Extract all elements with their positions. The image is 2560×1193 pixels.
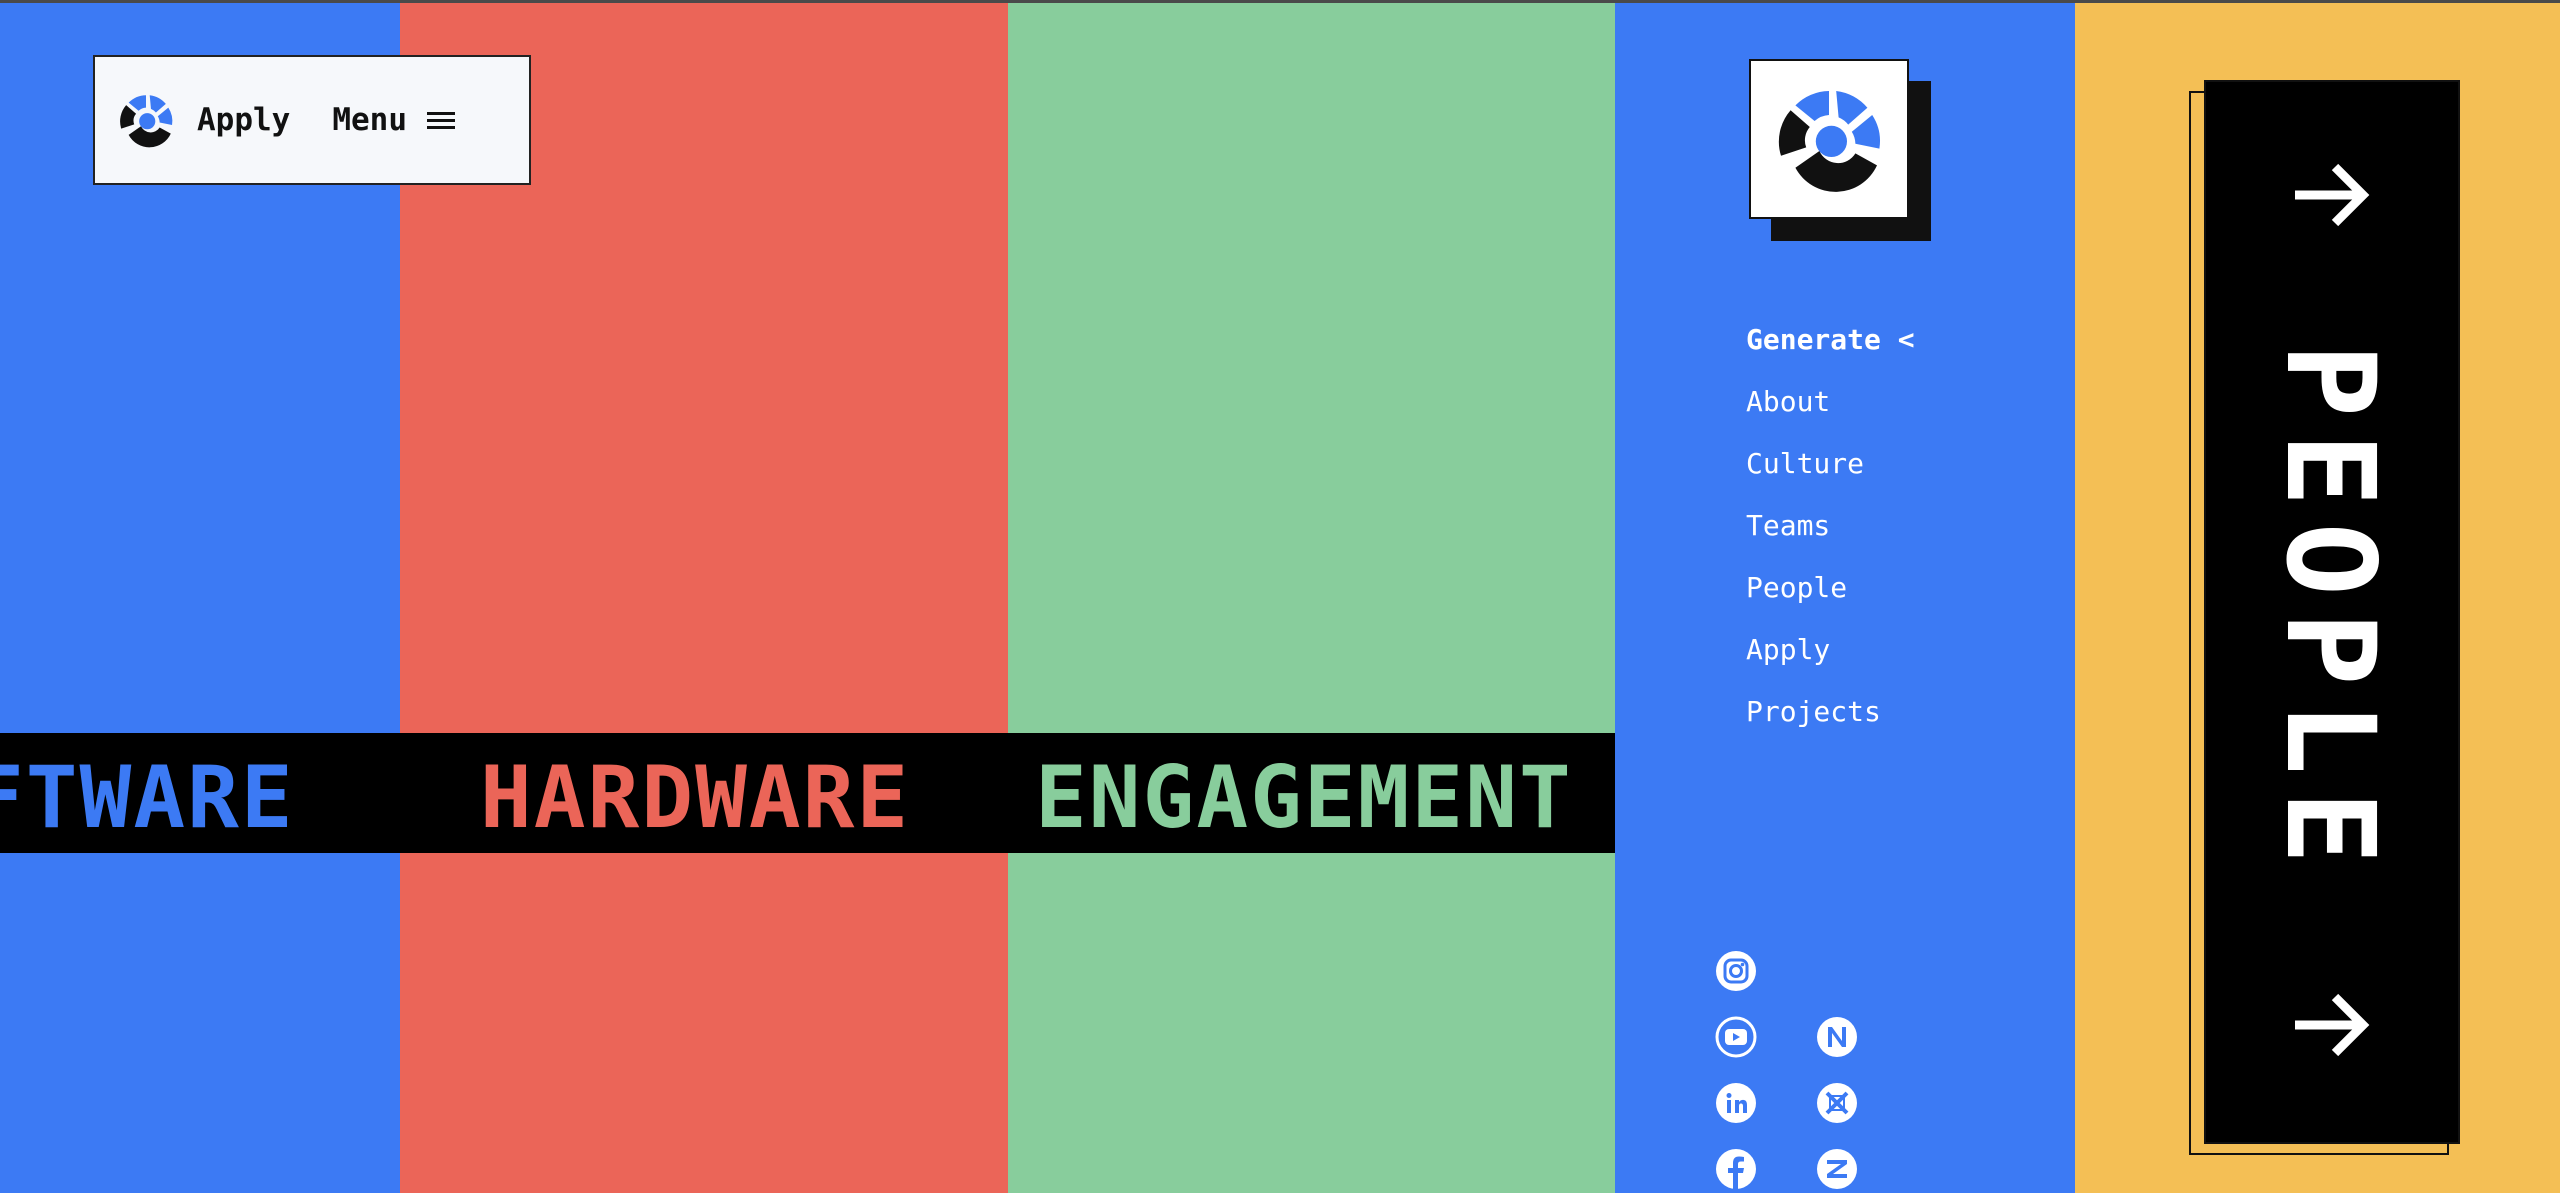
nav-item-apply[interactable]: Apply	[1746, 628, 1915, 690]
ticker-item-engagement: ENGAGEMENT	[1035, 748, 1573, 848]
nav-item-generate[interactable]: Generate <	[1746, 318, 1915, 380]
main-nav: Generate < About Culture Teams People Ap…	[1746, 318, 1915, 752]
z-icon[interactable]	[1815, 1147, 1859, 1191]
ticker-item-software: FTWARE	[0, 748, 295, 848]
arrow-right-icon[interactable]	[2285, 150, 2375, 240]
green-column	[1008, 0, 1615, 1193]
hamburger-icon[interactable]	[426, 109, 455, 131]
n-icon[interactable]	[1815, 1015, 1859, 1059]
ticker-banner: FTWARE HARDWARE ENGAGEMENT	[0, 733, 1615, 853]
ticker-item-hardware: HARDWARE	[480, 748, 911, 848]
nav-item-teams[interactable]: Teams	[1746, 504, 1915, 566]
x-icon[interactable]	[1815, 1081, 1859, 1125]
nav-item-culture[interactable]: Culture	[1746, 442, 1915, 504]
menu-button[interactable]: Menu	[332, 102, 407, 138]
nav-item-about[interactable]: About	[1746, 380, 1915, 442]
logo-icon[interactable]	[115, 89, 177, 151]
youtube-icon[interactable]	[1714, 1015, 1758, 1059]
window-top-border	[0, 0, 2560, 3]
header-bar: Apply Menu	[93, 55, 531, 185]
people-card-label[interactable]: PEOPLE	[2259, 344, 2401, 881]
logo-card[interactable]	[1749, 59, 1909, 219]
apply-link[interactable]: Apply	[197, 102, 290, 138]
nav-item-projects[interactable]: Projects	[1746, 690, 1915, 752]
instagram-icon[interactable]	[1714, 949, 1758, 993]
nav-item-people[interactable]: People	[1746, 566, 1915, 628]
facebook-icon[interactable]	[1714, 1147, 1758, 1191]
brand-logo-icon	[1778, 91, 1880, 192]
linkedin-icon[interactable]	[1714, 1081, 1758, 1125]
arrow-right-icon[interactable]	[2285, 980, 2375, 1070]
